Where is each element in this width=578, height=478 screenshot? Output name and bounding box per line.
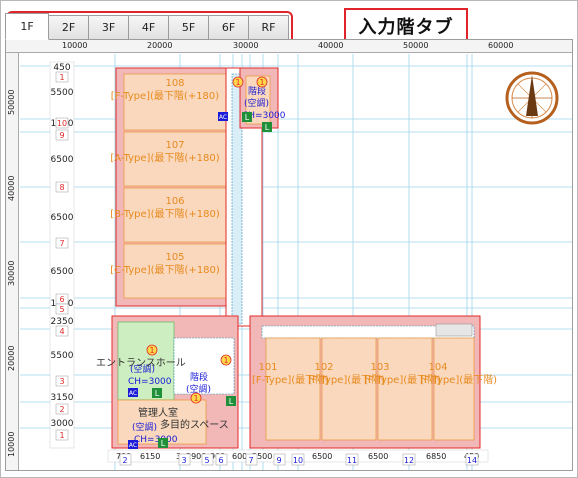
floor-plan-window: 1F 2F 3F 4F 5F 6F RF 入力階タブ 10000 20000 3… (0, 0, 578, 478)
tab-5f[interactable]: 5F (168, 15, 209, 40)
grid-tag: 12 (404, 456, 414, 465)
plan-canvas[interactable]: 108 [F-Type](最下階(+180) 107 [A-Type](最下階(… (20, 54, 572, 470)
dim-value: 6500 (51, 155, 74, 165)
tab-rf[interactable]: RF (248, 15, 289, 40)
dim-value: 5500 (51, 351, 74, 361)
tab-1f[interactable]: 1F (5, 13, 49, 40)
grid-tag: 5 (204, 456, 209, 465)
tab-2f[interactable]: 2F (48, 15, 89, 40)
dim-value: 6500 (312, 452, 332, 461)
entrance-label: エントランスホール (96, 357, 186, 369)
ruler-label: 50000 (7, 89, 16, 115)
tab-4f[interactable]: 4F (128, 15, 169, 40)
unit-number-102: 102 (314, 362, 333, 373)
grid-tag: 9 (276, 456, 281, 465)
grid-tag: 8 (59, 183, 64, 192)
stairs-label: 階段 (190, 371, 208, 383)
aircon-label: (空調) (132, 421, 157, 433)
dim-value: 3000 (51, 419, 74, 429)
unit-number-107: 107 (165, 140, 184, 151)
ruler-label: 50000 (403, 41, 429, 50)
grid-tag: 4 (59, 327, 64, 336)
l-badge: L (161, 439, 166, 448)
ruler-label: 20000 (147, 41, 173, 50)
grid-tag: 10 (57, 119, 67, 128)
unit-number-105: 105 (165, 252, 184, 263)
ruler-label: 40000 (7, 175, 16, 201)
grid-tag: 9 (59, 131, 64, 140)
tab-3f[interactable]: 3F (88, 15, 129, 40)
ruler-label: 10000 (7, 431, 16, 457)
horizontal-ruler: 10000 20000 30000 40000 50000 60000 (6, 40, 572, 53)
ruler-label: 30000 (233, 41, 259, 50)
ch-label: CH=3000 (134, 435, 178, 445)
dim-value: 6500 (51, 213, 74, 223)
dim-value: 2350 (51, 317, 74, 327)
floor-tab-bar: 1F 2F 3F 4F 5F 6F RF (5, 13, 289, 41)
grid-tag: 2 (122, 456, 127, 465)
ac-badge: AC (219, 114, 227, 121)
l-badge: L (245, 113, 250, 122)
ruler-label: 40000 (318, 41, 344, 50)
tab-6f[interactable]: 6F (208, 15, 249, 40)
unit-type-105: [C-Type](最下階(+180) (110, 264, 220, 276)
unit-type-107: [A-Type](最下階(+180) (110, 152, 219, 164)
dim-value: 6500 (368, 452, 388, 461)
unit-number-103: 103 (370, 362, 389, 373)
l-badge: L (155, 389, 160, 398)
ruler-label: 20000 (7, 345, 16, 371)
aircon-label: (空調) (244, 97, 269, 109)
marker-number: 1 (259, 78, 264, 87)
grid-tag: 2 (59, 405, 64, 414)
grid-tag: 3 (181, 456, 186, 465)
grid-tag: 6 (218, 456, 223, 465)
dim-value: 450 (53, 63, 70, 73)
unit-number-106: 106 (165, 196, 184, 207)
dim-value: 6850 (426, 452, 446, 461)
dim-value: 600 (232, 452, 247, 461)
grid-tag: 6 (59, 295, 64, 304)
drawing-panel[interactable]: 10000 20000 30000 40000 50000 60000 5000… (5, 39, 573, 471)
grid-tag: 11 (347, 456, 357, 465)
dim-value: 3150 (51, 393, 74, 403)
dim-value: 6500 (51, 267, 74, 277)
grid-tag: 1 (59, 431, 64, 440)
lounge-label: 多目的スペース (160, 418, 229, 431)
plan-drawing: 108 [F-Type](最下階(+180) 107 [A-Type](最下階(… (20, 54, 572, 470)
vertical-ruler: 50000 40000 30000 20000 10000 (6, 53, 19, 470)
unit-type-106: [B-Type](最下階(+180) (110, 208, 220, 220)
dim-value: 5500 (51, 88, 74, 98)
ruler-label: 60000 (488, 41, 514, 50)
grid-tag: 7 (59, 239, 64, 248)
unit-number-104: 104 (428, 362, 447, 373)
unit-number-108: 108 (165, 78, 184, 89)
ch-label: CH=3000 (128, 377, 172, 387)
marker-number: 1 (223, 356, 228, 365)
ruler-label: 30000 (7, 260, 16, 286)
l-badge: L (265, 123, 270, 132)
grid-tag: 10 (293, 456, 303, 465)
ac-badge: AC (129, 390, 137, 397)
grid-tag: 1 (59, 73, 64, 82)
marker-number: 1 (149, 346, 154, 355)
grid-tag: 14 (467, 456, 477, 465)
grid-tag: 5 (59, 305, 64, 314)
marker-number: 1 (193, 394, 198, 403)
unit-type-104: [F-Type](最下階) (420, 374, 497, 386)
grid-tag: 7 (248, 456, 253, 465)
management-label: 管理人室 (138, 406, 178, 419)
north-arrow-icon (505, 71, 559, 125)
dim-value: 6150 (140, 452, 160, 461)
unit-number-101: 101 (258, 362, 277, 373)
ruler-label: 10000 (62, 41, 88, 50)
unit-type-108: [F-Type](最下階(+180) (111, 90, 219, 102)
grid-tag: 3 (59, 377, 64, 386)
ac-badge: AC (129, 442, 137, 449)
l-badge: L (229, 397, 234, 406)
marker-number: 1 (235, 78, 240, 87)
